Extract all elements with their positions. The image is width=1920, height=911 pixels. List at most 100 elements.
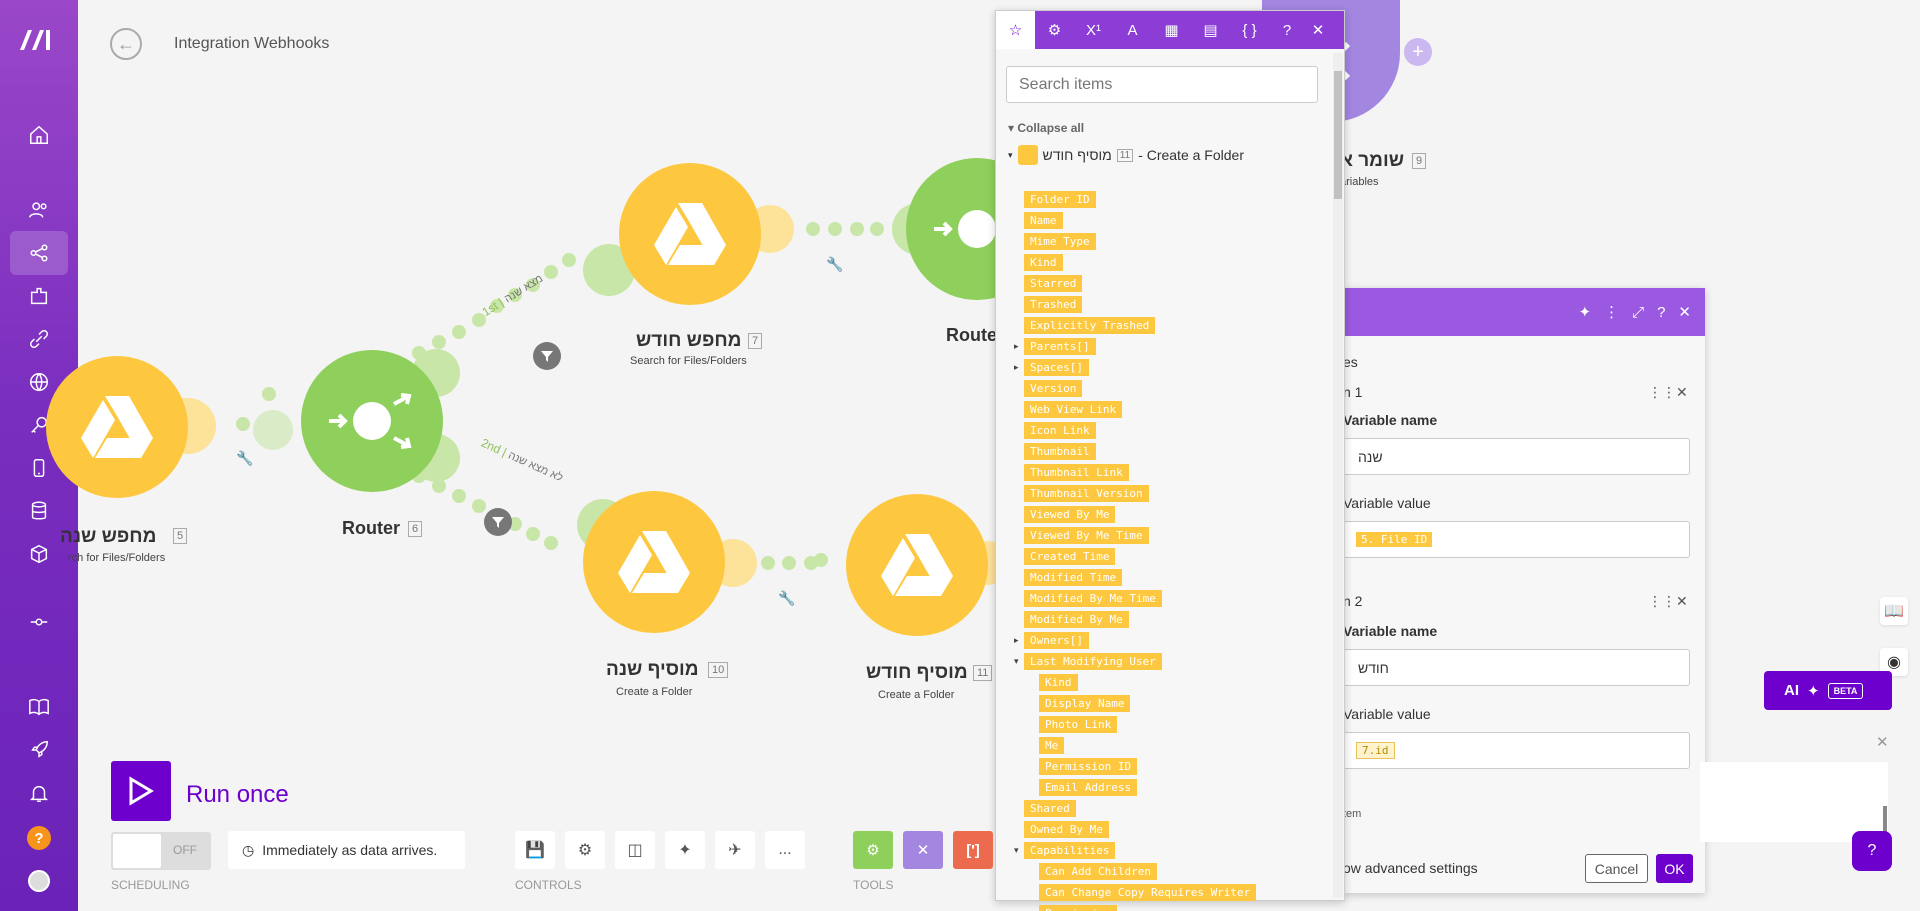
favorites-tab-icon[interactable]: ☆ xyxy=(996,11,1035,49)
mappable-item[interactable]: Display Name xyxy=(1039,695,1131,712)
home-icon[interactable] xyxy=(10,113,68,157)
mappable-item[interactable]: Parents[] xyxy=(1024,338,1096,355)
close-icon[interactable]: ✕ xyxy=(1305,11,1331,49)
search-input[interactable]: Search items xyxy=(1006,66,1318,103)
make-logo-icon[interactable] xyxy=(18,24,60,54)
auto-align-icon[interactable]: ✦ xyxy=(665,831,705,869)
help-icon[interactable]: ? xyxy=(1657,304,1665,321)
explain-flow-icon[interactable]: ✈ xyxy=(715,831,755,869)
mappable-item[interactable]: Starred xyxy=(1024,275,1083,292)
wrench-icon[interactable]: 🔧 xyxy=(236,450,253,467)
schedule-setting[interactable]: ◷ Immediately as data arrives. xyxy=(228,831,465,869)
close-icon[interactable]: ✕ xyxy=(1678,303,1691,321)
remove-item-icon[interactable]: ✕ xyxy=(1676,384,1688,401)
more-icon[interactable]: ... xyxy=(765,831,805,869)
mappable-item[interactable]: Thumbnail Version xyxy=(1024,485,1149,502)
docs-icon[interactable]: 📖 xyxy=(1880,597,1908,625)
notes-icon[interactable]: ◫ xyxy=(615,831,655,869)
mappable-item[interactable]: Kind xyxy=(1039,674,1078,691)
bell-icon[interactable] xyxy=(10,771,68,815)
mappable-item[interactable]: Thumbnail Link xyxy=(1024,464,1129,481)
save-icon[interactable]: 💾 xyxy=(515,831,555,869)
mappable-item[interactable]: Thumbnail xyxy=(1024,443,1096,460)
mappable-item[interactable]: Owned By Me xyxy=(1024,821,1109,838)
connections-icon[interactable] xyxy=(10,317,68,361)
add-module-button[interactable]: + xyxy=(1404,38,1432,66)
math-functions-tab-icon[interactable]: X¹ xyxy=(1074,11,1113,49)
filter-icon[interactable] xyxy=(533,342,561,370)
text-parser-tool-icon[interactable]: ['] xyxy=(953,831,993,869)
drag-icon[interactable]: ⋮⋮ xyxy=(1648,593,1676,610)
caret-down-icon[interactable]: ▾ xyxy=(1014,845,1019,856)
gdrive-node-search-month[interactable] xyxy=(619,163,761,305)
add-item-button[interactable]: tem xyxy=(1343,808,1361,820)
scheduling-toggle[interactable]: OFF xyxy=(111,832,211,870)
more-icon[interactable]: ⋮ xyxy=(1604,303,1619,321)
variable-name-input[interactable]: חודש xyxy=(1343,649,1690,686)
mapped-pill[interactable]: 7.id xyxy=(1356,742,1395,759)
mappable-item[interactable]: Shared xyxy=(1024,800,1076,817)
caret-right-icon[interactable]: ▸ xyxy=(1014,362,1019,373)
array-functions-tab-icon[interactable]: ▤ xyxy=(1191,11,1230,49)
rocket-icon[interactable] xyxy=(10,728,68,772)
caret-down-icon[interactable]: ▾ xyxy=(1014,656,1019,667)
ok-button[interactable]: OK xyxy=(1656,854,1693,883)
mappable-item[interactable]: Mime Type xyxy=(1024,233,1096,250)
mappable-item[interactable]: Me xyxy=(1039,737,1065,754)
mappable-item[interactable]: Owners[] xyxy=(1024,632,1089,649)
cancel-button[interactable]: Cancel xyxy=(1585,854,1648,883)
mappable-item[interactable]: Folder ID xyxy=(1024,191,1096,208)
mappable-item[interactable]: Can Add Children xyxy=(1039,863,1157,880)
tools-tool-icon[interactable]: ✕ xyxy=(903,831,943,869)
wrench-icon[interactable]: 🔧 xyxy=(778,590,795,607)
variable-value-input[interactable]: 7.id xyxy=(1343,732,1690,769)
mappable-item[interactable]: Modified By Me xyxy=(1024,611,1129,628)
mappable-item[interactable]: Last Modifying User xyxy=(1024,653,1162,670)
mappable-item[interactable]: Can Change Copy Requires Writer xyxy=(1039,884,1257,901)
collapse-all-button[interactable]: ▾ Collapse all xyxy=(1008,121,1084,135)
mappable-item[interactable]: Email Address xyxy=(1039,779,1138,796)
close-icon[interactable]: ✕ xyxy=(1876,733,1889,751)
mappable-item[interactable]: Viewed By Me Time xyxy=(1024,527,1149,544)
date-functions-tab-icon[interactable]: ▦ xyxy=(1152,11,1191,49)
caret-right-icon[interactable]: ▸ xyxy=(1014,341,1019,352)
mappable-item[interactable]: Capabilities xyxy=(1024,842,1116,859)
team-icon[interactable] xyxy=(10,188,68,232)
mappable-item[interactable]: Icon Link xyxy=(1024,422,1096,439)
gdrive-node-search-year[interactable] xyxy=(46,356,188,498)
mappable-item[interactable]: Viewed By Me xyxy=(1024,506,1116,523)
router-node-1[interactable] xyxy=(301,350,443,492)
variable-name-input[interactable]: שנה xyxy=(1343,438,1690,475)
run-once-button[interactable] xyxy=(111,761,171,821)
mappable-item[interactable]: Created Time xyxy=(1024,548,1116,565)
mappable-item[interactable]: Version xyxy=(1024,380,1083,397)
mappable-item[interactable]: Modified Time xyxy=(1024,569,1123,586)
help-icon[interactable]: ? xyxy=(1269,11,1305,49)
text-functions-tab-icon[interactable]: A xyxy=(1113,11,1152,49)
ai-sparkle-icon[interactable]: ✦ xyxy=(1578,303,1591,321)
mappable-item[interactable]: Modified By Me Time xyxy=(1024,590,1162,607)
tree-root-module[interactable]: ▾ מוסיף חודש 11 - Create a Folder xyxy=(1008,145,1244,165)
caret-right-icon[interactable]: ▸ xyxy=(1014,635,1019,646)
filter-icon[interactable] xyxy=(484,508,512,536)
mapped-pill[interactable]: 5. File ID xyxy=(1356,532,1433,547)
chat-support-button[interactable]: ? xyxy=(1852,831,1892,871)
wrench-icon[interactable]: 🔧 xyxy=(826,256,843,273)
help-icon[interactable]: ? xyxy=(27,826,51,850)
mappable-item[interactable]: Permission ID xyxy=(1039,758,1138,775)
scrollbar[interactable] xyxy=(1333,53,1343,898)
expand-icon[interactable]: ⤢ xyxy=(1632,304,1644,321)
gdrive-node-add-year[interactable] xyxy=(583,491,725,633)
mappable-item[interactable]: Spaces[] xyxy=(1024,359,1089,376)
mappable-item[interactable]: Name xyxy=(1024,212,1063,229)
variable-value-input[interactable]: 5. File ID xyxy=(1343,521,1690,558)
mappable-item[interactable]: Explicitly Trashed xyxy=(1024,317,1156,334)
flow-control-icon[interactable] xyxy=(10,600,68,644)
scenarios-icon[interactable] xyxy=(10,231,68,275)
gdrive-node-add-month[interactable] xyxy=(846,494,988,636)
remove-item-icon[interactable]: ✕ xyxy=(1676,593,1688,610)
mappable-item[interactable]: Photo Link xyxy=(1039,716,1118,733)
custom-functions-tab-icon[interactable]: { } xyxy=(1230,11,1269,49)
settings-icon[interactable]: ⚙ xyxy=(565,831,605,869)
general-functions-tab-icon[interactable]: ⚙ xyxy=(1035,11,1074,49)
